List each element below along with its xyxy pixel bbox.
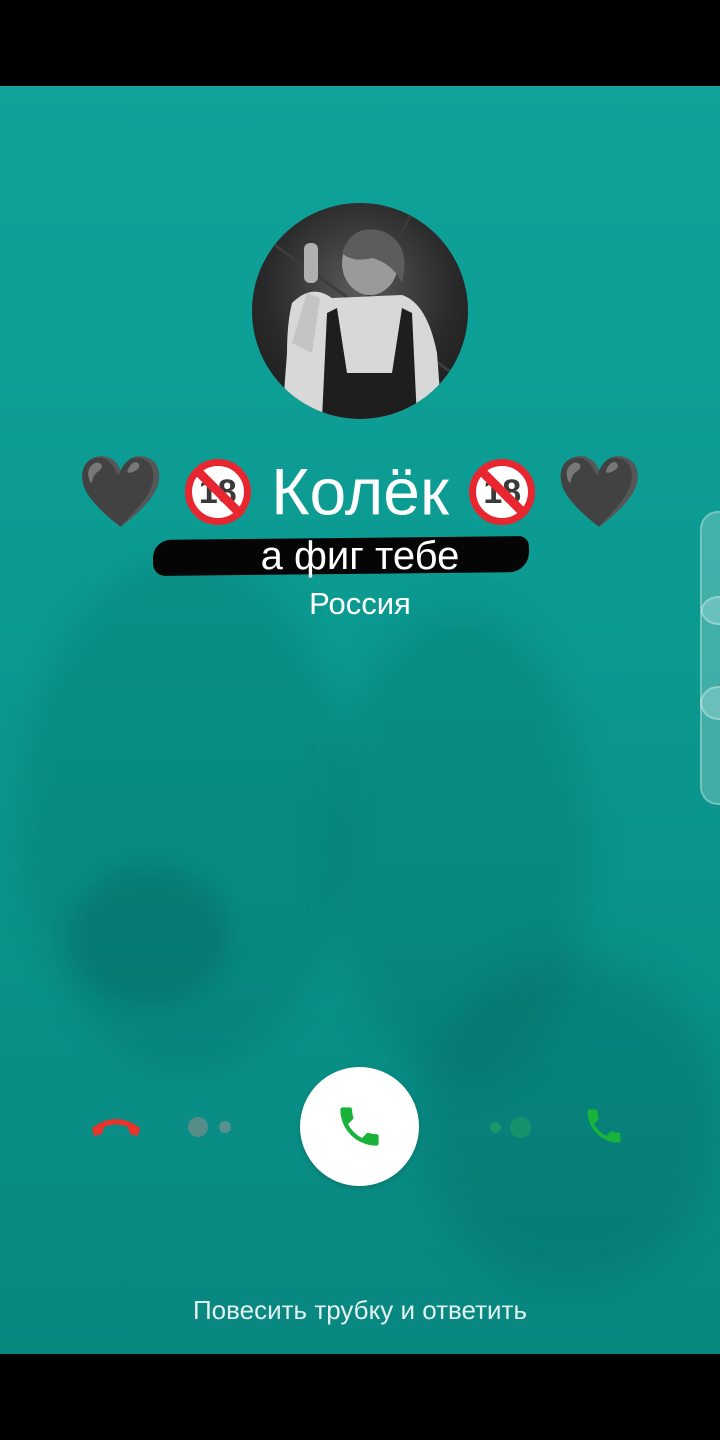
wallpaper-shape — [420, 956, 720, 1286]
phone-icon — [340, 1107, 379, 1146]
swipe-hint-dot — [188, 1117, 208, 1137]
answer-slider-button[interactable] — [300, 1067, 419, 1186]
incoming-call-screen: 🖤 18 Колёк 18 🖤 а фиг тебе Россия Повеси… — [0, 86, 720, 1354]
swipe-hint-dot — [510, 1117, 531, 1138]
phone-hangup-icon[interactable] — [88, 1106, 144, 1146]
no-under-18-icon: 18 — [469, 458, 536, 525]
black-heart-icon: 🖤 — [555, 452, 643, 531]
caller-status: а фиг тебе — [260, 534, 460, 578]
swipe-hint-dot — [219, 1121, 231, 1133]
swipe-hint-dot — [490, 1122, 501, 1133]
avatar-photo — [271, 212, 453, 419]
caller-location: Россия — [309, 586, 411, 621]
caller-name: 🖤 18 Колёк 18 🖤 — [0, 441, 720, 537]
navigation-bar — [0, 1354, 720, 1440]
caller-name-text: Колёк — [271, 454, 449, 529]
answer-hint: Повесить трубку и ответить — [192, 1295, 528, 1325]
phone-accept-icon[interactable] — [582, 1104, 626, 1148]
edge-panel-handle[interactable] — [700, 686, 720, 805]
caller-avatar — [252, 203, 468, 419]
black-heart-icon: 🖤 — [77, 452, 165, 531]
no-under-18-icon: 18 — [184, 458, 251, 525]
status-bar — [0, 0, 720, 86]
badge-number: 18 — [483, 472, 522, 511]
badge-number: 18 — [198, 472, 237, 511]
wallpaper-shape — [70, 866, 230, 1006]
